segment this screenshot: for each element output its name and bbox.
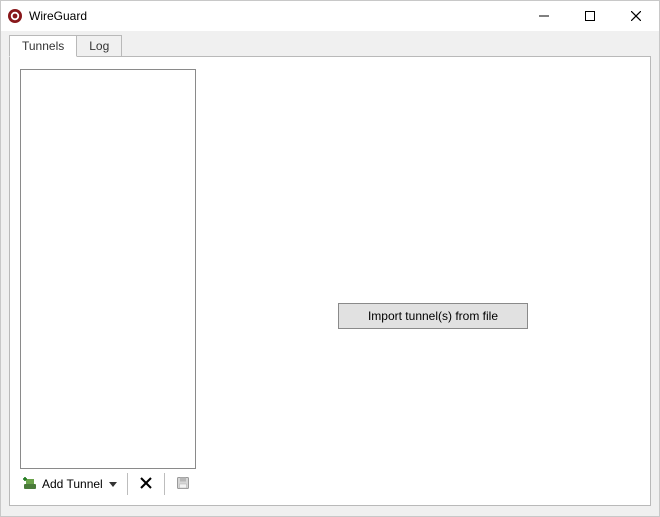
tab-log[interactable]: Log xyxy=(76,35,122,57)
remove-tunnel-button[interactable] xyxy=(134,472,158,496)
add-tunnel-label: Add Tunnel xyxy=(42,477,103,491)
save-icon xyxy=(176,476,190,493)
separator xyxy=(164,473,165,495)
import-button-label: Import tunnel(s) from file xyxy=(368,309,498,323)
close-icon xyxy=(140,477,152,492)
import-tunnel-button[interactable]: Import tunnel(s) from file xyxy=(338,303,528,329)
maximize-button[interactable] xyxy=(567,1,613,31)
tab-tunnels[interactable]: Tunnels xyxy=(9,35,77,57)
minimize-button[interactable] xyxy=(521,1,567,31)
add-tunnel-icon xyxy=(22,476,38,492)
wireguard-icon xyxy=(7,8,23,24)
chevron-down-icon xyxy=(109,477,117,491)
close-button[interactable] xyxy=(613,1,659,31)
add-tunnel-button[interactable]: Add Tunnel xyxy=(18,472,121,496)
client-area: Tunnels Log Add Tunnel xyxy=(1,31,659,516)
tunnel-list[interactable] xyxy=(20,69,196,469)
export-tunnels-button[interactable] xyxy=(171,472,195,496)
tab-label: Tunnels xyxy=(22,39,64,53)
separator xyxy=(127,473,128,495)
window-controls xyxy=(521,1,659,31)
titlebar: WireGuard xyxy=(1,1,659,31)
tab-label: Log xyxy=(89,39,109,53)
tabpage-tunnels: Add Tunnel xyxy=(9,56,651,506)
window-title: WireGuard xyxy=(29,9,87,23)
tunnel-toolbar: Add Tunnel xyxy=(18,471,195,497)
tabstrip: Tunnels Log xyxy=(1,31,659,57)
